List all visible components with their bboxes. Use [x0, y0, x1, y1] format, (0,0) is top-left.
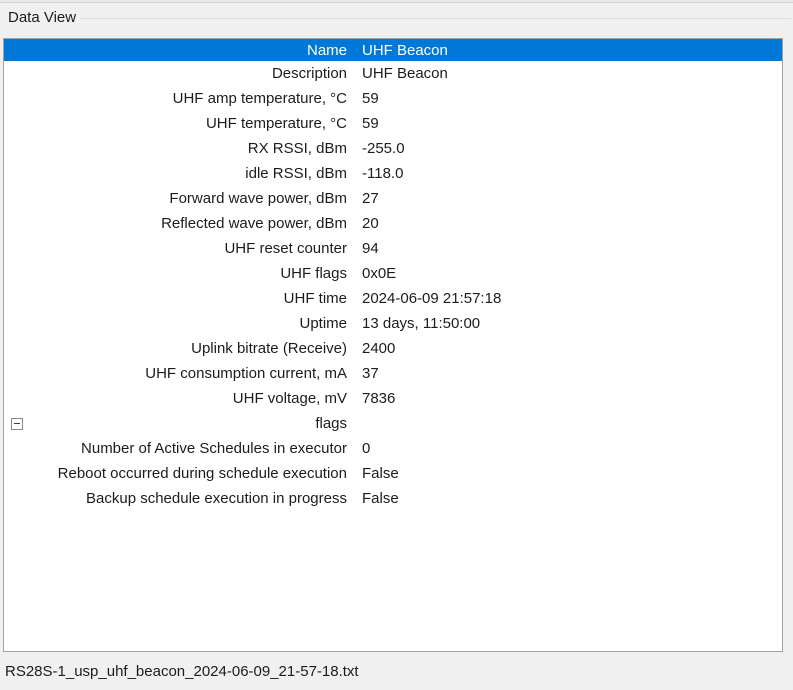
table-row[interactable]: Uptime 13 days, 11:50:00 — [4, 311, 782, 336]
table-row[interactable]: UHF amp temperature, °C 59 — [4, 86, 782, 111]
header-name-label: Name — [4, 42, 347, 59]
table-row[interactable]: Number of Active Schedules in executor 0 — [4, 436, 782, 461]
row-value: 2024-06-09 21:57:18 — [347, 290, 782, 307]
row-value: 0x0E — [347, 265, 782, 282]
table-body: Description UHF Beacon UHF amp temperatu… — [4, 61, 782, 511]
row-label: UHF flags — [4, 265, 347, 282]
row-label: UHF voltage, mV — [4, 390, 347, 407]
row-value: 37 — [347, 365, 782, 382]
row-value: 59 — [347, 90, 782, 107]
row-value: 27 — [347, 190, 782, 207]
row-value: 20 — [347, 215, 782, 232]
row-label: Uplink bitrate (Receive) — [4, 340, 347, 357]
table-row[interactable]: UHF voltage, mV 7836 — [4, 386, 782, 411]
table-row[interactable]: UHF reset counter 94 — [4, 236, 782, 261]
row-label: Reflected wave power, dBm — [4, 215, 347, 232]
row-label: Number of Active Schedules in executor — [4, 440, 347, 457]
row-label: Backup schedule execution in progress — [4, 490, 347, 507]
row-label: Forward wave power, dBm — [4, 190, 347, 207]
row-label: RX RSSI, dBm — [4, 140, 347, 157]
table-row[interactable]: Uplink bitrate (Receive) 2400 — [4, 336, 782, 361]
data-view-table: Name UHF Beacon Description UHF Beacon U… — [3, 38, 783, 652]
row-value: 0 — [347, 440, 782, 457]
data-view-groupbox-header: Data View — [0, 3, 793, 37]
minus-glyph — [14, 423, 20, 424]
collapse-expander-icon[interactable] — [11, 418, 23, 430]
panel-title: Data View — [8, 9, 76, 26]
table-row[interactable]: flags — [4, 411, 782, 436]
header-value: UHF Beacon — [347, 42, 782, 59]
row-label: flags — [4, 415, 347, 432]
row-label: Uptime — [4, 315, 347, 332]
table-row[interactable]: idle RSSI, dBm -118.0 — [4, 161, 782, 186]
row-label: UHF time — [4, 290, 347, 307]
table-row[interactable]: Forward wave power, dBm 27 — [4, 186, 782, 211]
status-filename: RS28S-1_usp_uhf_beacon_2024-06-09_21-57-… — [5, 663, 359, 680]
row-value: False — [347, 490, 782, 507]
groupbox-border-line — [80, 18, 791, 19]
row-label: UHF amp temperature, °C — [4, 90, 347, 107]
table-row[interactable]: UHF time 2024-06-09 21:57:18 — [4, 286, 782, 311]
table-row[interactable]: Reflected wave power, dBm 20 — [4, 211, 782, 236]
row-value: -255.0 — [347, 140, 782, 157]
row-value: 7836 — [347, 390, 782, 407]
row-label: idle RSSI, dBm — [4, 165, 347, 182]
row-value: 94 — [347, 240, 782, 257]
row-value: -118.0 — [347, 165, 782, 182]
row-value: 13 days, 11:50:00 — [347, 315, 782, 332]
row-value: False — [347, 465, 782, 482]
table-row[interactable]: UHF temperature, °C 59 — [4, 111, 782, 136]
row-label: Reboot occurred during schedule executio… — [4, 465, 347, 482]
row-value: 59 — [347, 115, 782, 132]
table-row[interactable]: Backup schedule execution in progress Fa… — [4, 486, 782, 511]
table-row[interactable]: UHF consumption current, mA 37 — [4, 361, 782, 386]
table-row[interactable]: Description UHF Beacon — [4, 61, 782, 86]
row-label: UHF temperature, °C — [4, 115, 347, 132]
row-label: UHF consumption current, mA — [4, 365, 347, 382]
row-label: Description — [4, 65, 347, 82]
row-value: 2400 — [347, 340, 782, 357]
table-row[interactable]: UHF flags 0x0E — [4, 261, 782, 286]
row-label: UHF reset counter — [4, 240, 347, 257]
table-row[interactable]: RX RSSI, dBm -255.0 — [4, 136, 782, 161]
selected-header-row[interactable]: Name UHF Beacon — [4, 39, 782, 61]
table-row[interactable]: Reboot occurred during schedule executio… — [4, 461, 782, 486]
row-value: UHF Beacon — [347, 65, 782, 82]
